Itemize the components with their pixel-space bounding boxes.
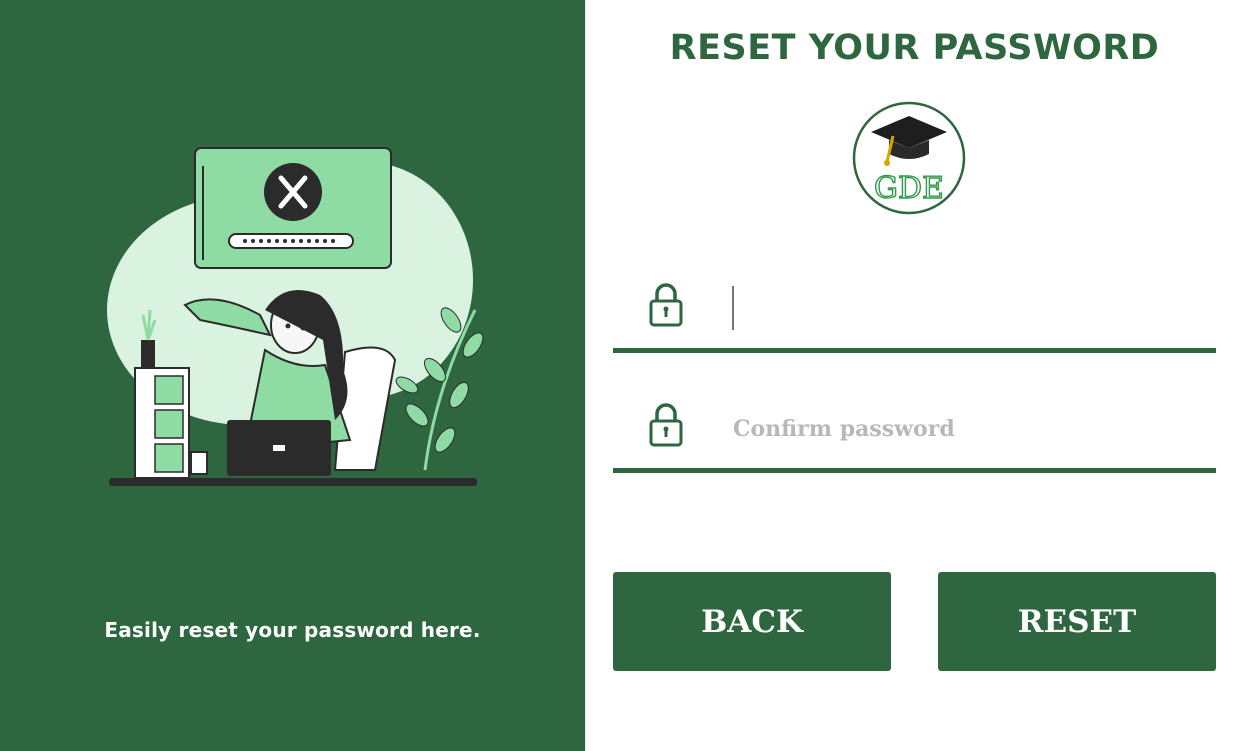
left-panel: Easily reset your password here. — [0, 0, 585, 751]
logo-text: GDE — [874, 171, 944, 206]
gde-logo: GDE — [852, 101, 966, 215]
password-reset-illustration — [107, 147, 484, 486]
reset-button[interactable]: RESET — [938, 572, 1216, 671]
reset-form-panel: RESET YOUR PASSWORD GDE BACK RESET — [585, 0, 1242, 751]
page-title: RESET YOUR PASSWORD — [669, 28, 1160, 68]
confirm-password-field — [613, 398, 1216, 473]
password-popup — [194, 147, 392, 269]
confirm-password-input[interactable] — [731, 398, 1205, 460]
password-input[interactable] — [731, 278, 1205, 340]
back-button[interactable]: BACK — [613, 572, 891, 671]
lock-icon — [649, 283, 683, 327]
tagline: Easily reset your password here. — [104, 618, 481, 642]
lock-icon — [649, 403, 683, 447]
laptop — [227, 420, 331, 476]
password-field — [613, 278, 1216, 353]
